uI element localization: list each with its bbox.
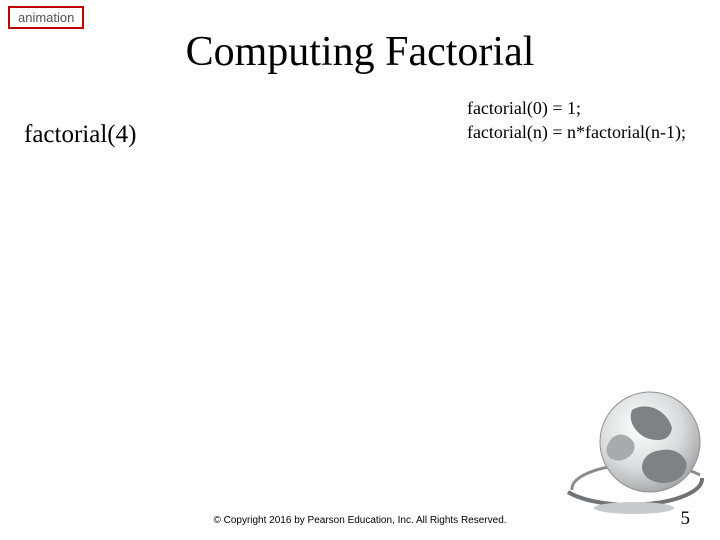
copyright-footer: © Copyright 2016 by Pearson Education, I… xyxy=(0,515,720,526)
page-number: 5 xyxy=(681,508,691,530)
animation-tag: animation xyxy=(8,6,84,29)
slide-title: Computing Factorial xyxy=(0,28,720,76)
def-line-1: factorial(0) = 1; xyxy=(467,96,686,120)
factorial-expression: factorial(4) xyxy=(24,121,136,149)
animation-tag-label: animation xyxy=(18,10,74,25)
globe-graphic xyxy=(542,380,712,520)
factorial-definitions: factorial(0) = 1; factorial(n) = n*facto… xyxy=(467,96,686,145)
def-line-2: factorial(n) = n*factorial(n-1); xyxy=(467,120,686,144)
